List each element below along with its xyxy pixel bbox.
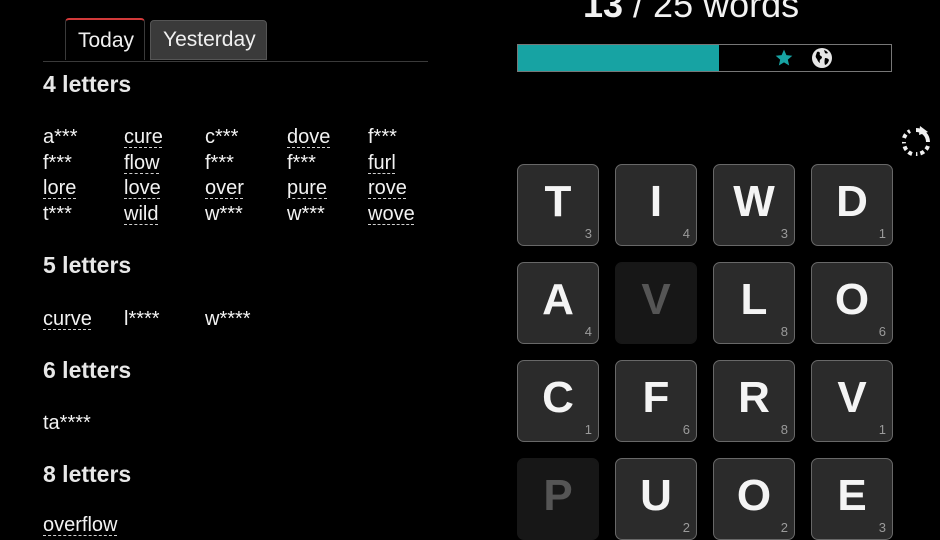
score-found: 13 [583, 0, 624, 25]
hidden-word: c*** [205, 126, 239, 148]
found-word[interactable]: love [124, 177, 161, 200]
hidden-word: ta**** [43, 412, 91, 434]
tab-yesterday[interactable]: Yesterday [150, 20, 267, 60]
tile-points: 1 [878, 422, 886, 437]
tile-letter: W [733, 177, 775, 226]
tile-letter: E [837, 471, 867, 520]
letter-tile[interactable]: I4 [615, 164, 697, 246]
letter-tile[interactable]: E3 [811, 458, 893, 540]
found-word[interactable]: pure [287, 177, 327, 200]
section-title: 5 letters [43, 252, 132, 278]
hidden-word: f*** [205, 151, 234, 174]
letter-tile[interactable]: C1 [517, 360, 599, 442]
tile-letter: U [640, 471, 672, 520]
letter-tile[interactable]: R8 [713, 360, 795, 442]
tile-letter: O [736, 471, 772, 520]
tile-points: 6 [878, 324, 886, 339]
tile-letter: C [542, 373, 574, 422]
hidden-word: w*** [287, 202, 325, 225]
hidden-word: f*** [43, 151, 72, 174]
tile-letter: R [738, 373, 770, 422]
tile-points: 3 [584, 226, 592, 241]
hidden-word: f*** [287, 151, 316, 174]
found-word[interactable]: furl [368, 152, 396, 175]
found-word[interactable]: over [205, 177, 244, 200]
hidden-word: f*** [368, 126, 397, 148]
section-title: 6 letters [43, 357, 132, 383]
progress-bar [517, 44, 892, 72]
restart-icon[interactable] [898, 124, 934, 160]
found-word[interactable]: overflow [43, 514, 117, 537]
tile-letter: V [641, 275, 671, 324]
tile-points: 3 [780, 226, 788, 241]
found-word[interactable]: flow [124, 152, 160, 175]
letter-tile[interactable]: L8 [713, 262, 795, 344]
found-word[interactable]: curve [43, 308, 92, 331]
found-word[interactable]: lore [43, 177, 76, 200]
tile-points: 8 [780, 324, 788, 339]
section-title: 4 letters [43, 71, 132, 97]
letter-tile[interactable]: O6 [811, 262, 893, 344]
tile-letter: O [834, 275, 870, 324]
letter-tile[interactable]: O2 [713, 458, 795, 540]
tile-letter: V [837, 373, 867, 422]
found-word[interactable]: dove [287, 126, 330, 149]
score-text: 13 / 25 words [583, 0, 799, 26]
letter-tile[interactable]: T3 [517, 164, 599, 246]
letter-tile[interactable]: A4 [517, 262, 599, 344]
letter-tile[interactable]: V1 [811, 360, 893, 442]
hidden-word: w*** [205, 202, 243, 225]
hidden-word: w**** [205, 308, 251, 330]
letter-tile[interactable]: P [517, 458, 599, 540]
letter-tile[interactable]: F6 [615, 360, 697, 442]
found-word[interactable]: cure [124, 126, 163, 149]
tile-letter: L [740, 275, 768, 324]
score-total: / 25 words [623, 0, 800, 25]
tile-points: 4 [682, 226, 690, 241]
tile-points: 2 [682, 520, 690, 535]
tile-points: 6 [682, 422, 690, 437]
found-word[interactable]: wove [368, 203, 415, 226]
tile-letter: F [642, 373, 670, 422]
tile-points: 2 [780, 520, 788, 535]
tile-letter: T [544, 177, 572, 226]
tile-points: 1 [584, 422, 592, 437]
tile-points: 8 [780, 422, 788, 437]
tile-letter: P [543, 471, 573, 520]
hidden-word: l**** [124, 308, 160, 330]
globe-icon[interactable] [810, 46, 834, 70]
tile-letter: I [649, 177, 663, 226]
star-icon [775, 49, 793, 66]
letter-tile[interactable]: W3 [713, 164, 795, 246]
letter-tile[interactable]: D1 [811, 164, 893, 246]
tile-letter: D [836, 177, 868, 226]
tile-points: 3 [878, 520, 886, 535]
tab-today[interactable]: Today [65, 18, 145, 60]
found-word[interactable]: wild [124, 203, 158, 226]
section-title: 8 letters [43, 461, 132, 487]
letter-tile[interactable]: V [615, 262, 697, 344]
tile-letter: A [542, 275, 574, 324]
hidden-word: a*** [43, 126, 78, 148]
tile-points: 1 [878, 226, 886, 241]
tile-points: 4 [584, 324, 592, 339]
found-word[interactable]: rove [368, 177, 407, 200]
letter-tile[interactable]: U2 [615, 458, 697, 540]
hidden-word: t*** [43, 202, 72, 225]
tab-bar: Today Yesterday [43, 18, 428, 62]
progress-fill [518, 45, 720, 71]
